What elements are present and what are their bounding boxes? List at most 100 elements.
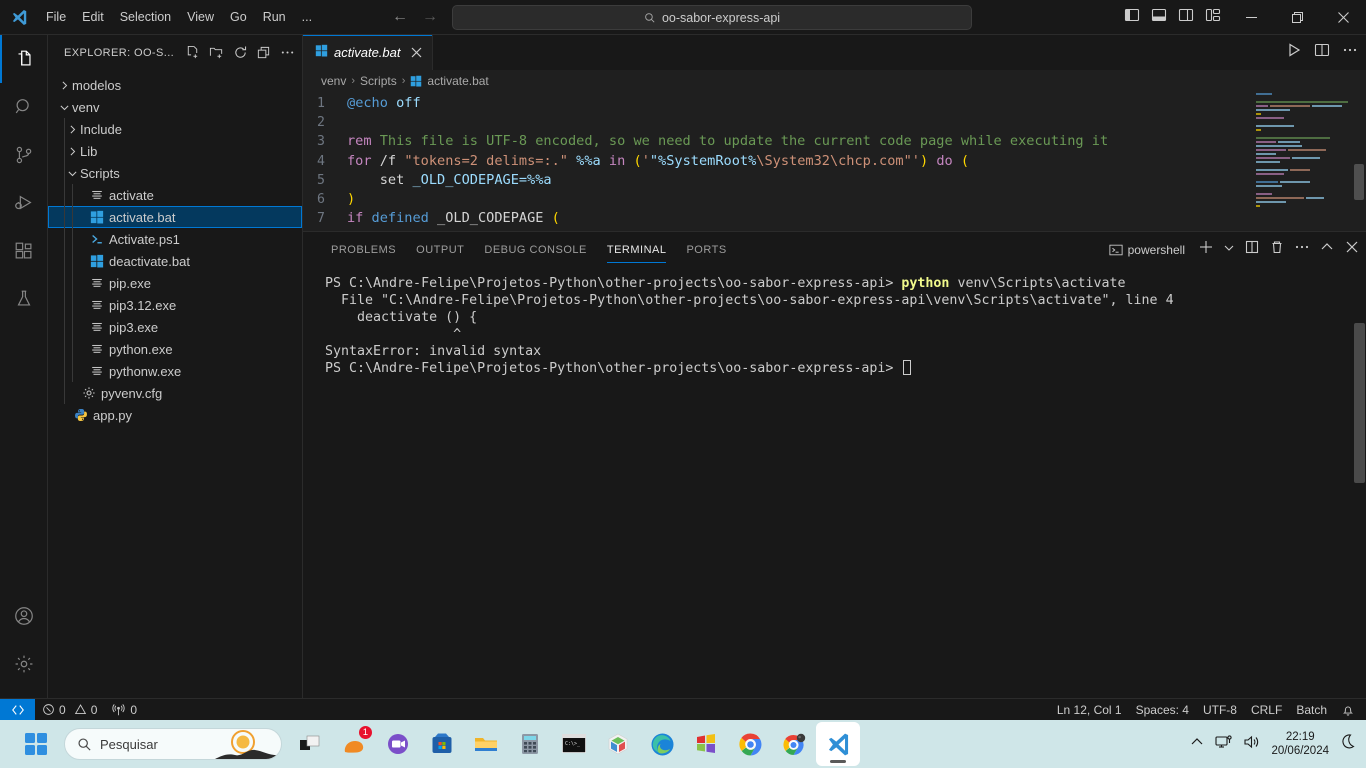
tree-item-scripts[interactable]: Scripts bbox=[48, 162, 302, 184]
tree-item-modelos[interactable]: modelos bbox=[48, 74, 302, 96]
status-encoding[interactable]: UTF-8 bbox=[1196, 699, 1244, 721]
status-eol[interactable]: CRLF bbox=[1244, 699, 1289, 721]
toggle-primary-sidebar-icon[interactable] bbox=[1124, 7, 1140, 28]
new-terminal-icon[interactable] bbox=[1198, 239, 1214, 260]
volume-icon[interactable] bbox=[1243, 734, 1261, 755]
toggle-secondary-sidebar-icon[interactable] bbox=[1178, 7, 1194, 28]
editor-scrollbar-thumb[interactable] bbox=[1354, 164, 1364, 200]
tree-item-deactivate-bat[interactable]: deactivate.bat bbox=[48, 250, 302, 272]
customize-layout-icon[interactable] bbox=[1205, 7, 1221, 28]
new-file-icon[interactable] bbox=[182, 42, 204, 64]
tree-item-pip-exe[interactable]: pip.exe bbox=[48, 272, 302, 294]
chevron-right-icon[interactable] bbox=[64, 123, 80, 136]
terminal-button[interactable]: C:\>_ bbox=[552, 722, 596, 766]
tab-close-icon[interactable] bbox=[411, 46, 422, 60]
menu-run[interactable]: Run bbox=[255, 6, 294, 28]
activity-explorer-icon[interactable] bbox=[0, 35, 48, 83]
taskbar-clock[interactable]: 22:19 20/06/2024 bbox=[1271, 730, 1329, 758]
panel-tab-ports[interactable]: PORTS bbox=[676, 232, 736, 267]
status-ports[interactable]: 0 bbox=[104, 699, 144, 721]
editor-more-actions-icon[interactable] bbox=[1342, 42, 1358, 63]
terminal-profile-chevron-icon[interactable] bbox=[1223, 241, 1235, 259]
menu-view[interactable]: View bbox=[179, 6, 222, 28]
activity-testing-icon[interactable] bbox=[0, 275, 48, 323]
status-language-mode[interactable]: Batch bbox=[1289, 699, 1334, 721]
tree-item-activate[interactable]: activate bbox=[48, 184, 302, 206]
menu-edit[interactable]: Edit bbox=[74, 6, 112, 28]
notification-moon-icon[interactable] bbox=[1339, 733, 1356, 755]
remote-window-indicator[interactable] bbox=[0, 698, 35, 721]
status-notifications-bell-icon[interactable] bbox=[1334, 699, 1362, 721]
tree-item-pyvenv-cfg[interactable]: pyvenv.cfg bbox=[48, 382, 302, 404]
refresh-explorer-icon[interactable] bbox=[229, 42, 251, 64]
panel-more-actions-icon[interactable] bbox=[1294, 239, 1310, 260]
menu-more[interactable]: ... bbox=[294, 6, 320, 28]
tree-item-lib[interactable]: Lib bbox=[48, 140, 302, 162]
explorer-more-actions-icon[interactable] bbox=[276, 42, 298, 64]
tree-item-pip3-12-exe[interactable]: pip3.12.exe bbox=[48, 294, 302, 316]
microsoft-store-button[interactable] bbox=[420, 722, 464, 766]
chevron-down-icon[interactable] bbox=[56, 101, 72, 114]
tree-item-activate-bat[interactable]: activate.bat bbox=[48, 206, 302, 228]
back-arrow-icon[interactable]: ← bbox=[392, 9, 408, 25]
activity-run-debug-icon[interactable] bbox=[0, 179, 48, 227]
windows-icon-app-button[interactable] bbox=[684, 722, 728, 766]
activity-extensions-icon[interactable] bbox=[0, 227, 48, 275]
file-explorer-button[interactable] bbox=[464, 722, 508, 766]
status-problems[interactable]: 0 0 bbox=[35, 699, 104, 721]
editor-vertical-scrollbar[interactable] bbox=[1352, 92, 1366, 234]
code-editor[interactable]: 1 @echo off 2 3 rem This file is UTF-8 encod… bbox=[303, 92, 1366, 234]
panel-tab-problems[interactable]: PROBLEMS bbox=[321, 232, 406, 267]
tree-item-python-exe[interactable]: python.exe bbox=[48, 338, 302, 360]
forward-arrow-icon[interactable]: → bbox=[422, 9, 438, 25]
chevron-right-icon[interactable] bbox=[56, 79, 72, 92]
start-button[interactable] bbox=[14, 722, 58, 766]
terminal-scrollbar-thumb[interactable] bbox=[1354, 323, 1365, 483]
terminal-output[interactable]: PS C:\Andre-Felipe\Projetos-Python\other… bbox=[303, 267, 1366, 698]
split-terminal-icon[interactable] bbox=[1244, 239, 1260, 260]
calculator-button[interactable] bbox=[508, 722, 552, 766]
chevron-down-icon[interactable] bbox=[64, 167, 80, 180]
chrome-beta-button[interactable] bbox=[772, 722, 816, 766]
tree-item-app-py[interactable]: app.py bbox=[48, 404, 302, 426]
tree-item-pythonw-exe[interactable]: pythonw.exe bbox=[48, 360, 302, 382]
activity-source-control-icon[interactable] bbox=[0, 131, 48, 179]
close-panel-icon[interactable] bbox=[1344, 239, 1360, 260]
terminal-scrollbar[interactable] bbox=[1352, 267, 1366, 698]
unity-hub-button[interactable] bbox=[596, 722, 640, 766]
new-folder-icon[interactable] bbox=[206, 42, 228, 64]
toggle-panel-icon[interactable] bbox=[1151, 7, 1167, 28]
maximize-restore-button[interactable] bbox=[1274, 0, 1320, 35]
minimize-button[interactable] bbox=[1228, 0, 1274, 35]
breadcrumb-venv[interactable]: venv bbox=[321, 74, 346, 88]
menu-file[interactable]: File bbox=[38, 6, 74, 28]
status-indentation[interactable]: Spaces: 4 bbox=[1129, 699, 1196, 721]
activity-settings-gear-icon[interactable] bbox=[0, 640, 48, 688]
menu-selection[interactable]: Selection bbox=[112, 6, 179, 28]
menu-go[interactable]: Go bbox=[222, 6, 255, 28]
breadcrumb-activate-bat[interactable]: activate.bat bbox=[427, 74, 488, 88]
command-center-search[interactable]: oo-sabor-express-api bbox=[452, 5, 972, 30]
activity-search-icon[interactable] bbox=[0, 83, 48, 131]
tree-item-pip3-exe[interactable]: pip3.exe bbox=[48, 316, 302, 338]
breadcrumb-scripts[interactable]: Scripts bbox=[360, 74, 397, 88]
collapse-folders-icon[interactable] bbox=[253, 42, 275, 64]
split-editor-right-icon[interactable] bbox=[1314, 42, 1330, 63]
teams-button[interactable] bbox=[376, 722, 420, 766]
tree-item-activate-ps1[interactable]: Activate.ps1 bbox=[48, 228, 302, 250]
panel-tab-output[interactable]: OUTPUT bbox=[406, 232, 474, 267]
status-cursor-position[interactable]: Ln 12, Col 1 bbox=[1050, 699, 1129, 721]
whatsapp-button[interactable]: 1 bbox=[332, 722, 376, 766]
tray-overflow-chevron-icon[interactable] bbox=[1189, 734, 1205, 755]
task-view-button[interactable] bbox=[288, 722, 332, 766]
run-file-icon[interactable] bbox=[1286, 42, 1302, 63]
panel-tab-terminal[interactable]: TERMINAL bbox=[597, 232, 677, 267]
chevron-right-icon[interactable] bbox=[64, 145, 80, 158]
microsoft-edge-button[interactable] bbox=[640, 722, 684, 766]
tab-activate-bat[interactable]: activate.bat bbox=[303, 35, 433, 70]
activity-accounts-icon[interactable] bbox=[0, 592, 48, 640]
google-chrome-button[interactable] bbox=[728, 722, 772, 766]
terminal-instance-chip[interactable]: powershell bbox=[1105, 241, 1189, 259]
close-window-button[interactable] bbox=[1320, 0, 1366, 35]
network-icon[interactable] bbox=[1215, 734, 1233, 755]
